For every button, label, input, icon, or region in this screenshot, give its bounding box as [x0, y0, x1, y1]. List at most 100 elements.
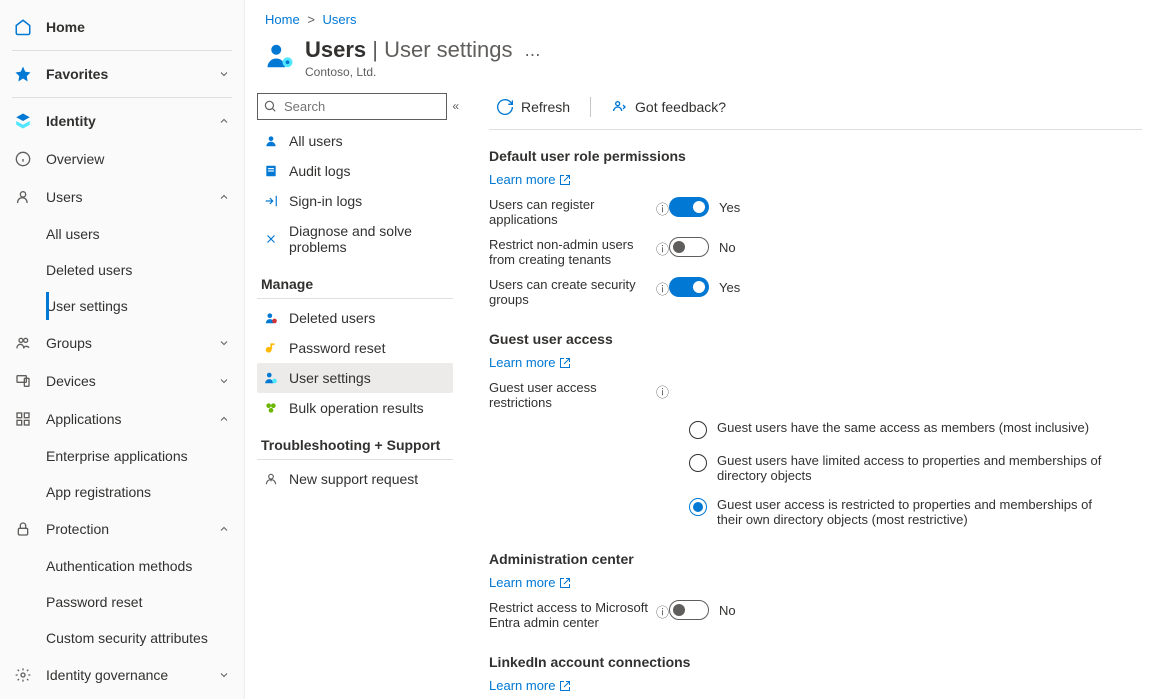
collapse-subnav-button[interactable]: « — [452, 99, 459, 113]
content-area: Home > Users Users | User settings Conto… — [245, 0, 1158, 699]
section-title: Guest user access — [489, 331, 1142, 347]
chevron-down-icon — [218, 669, 232, 681]
radio-guest-limited[interactable]: Guest users have limited access to prope… — [689, 453, 1142, 483]
devices-icon — [14, 372, 32, 390]
sidebar-item-label: Applications — [46, 411, 218, 427]
sidebar-item-user-settings[interactable]: User settings — [46, 288, 244, 324]
radio-guest-restricted[interactable]: Guest user access is restricted to prope… — [689, 497, 1142, 527]
search-icon — [263, 99, 277, 113]
sidebar-item-deleted-users[interactable]: Deleted users — [46, 252, 244, 288]
toolbar-label: Got feedback? — [635, 99, 726, 115]
sidebar-left: Home Favorites Identity Overview Users A… — [0, 0, 245, 699]
subnav-all-users[interactable]: All users — [257, 126, 453, 156]
toggle-restrict-admin-center[interactable] — [669, 600, 709, 620]
subnav-group-troubleshoot: Troubleshooting + Support — [257, 423, 453, 460]
sidebar-item-protection[interactable]: Protection — [0, 510, 244, 548]
radio-label: Guest user access is restricted to prope… — [717, 497, 1107, 527]
chevron-up-icon — [218, 413, 232, 425]
sidebar-item-enterprise-apps[interactable]: Enterprise applications — [46, 438, 244, 474]
subnav: « All users Audit logs Sign-in logs Diag… — [245, 89, 465, 699]
search-box — [257, 93, 447, 120]
user-icon — [263, 133, 279, 149]
sidebar-item-overview[interactable]: Overview — [0, 140, 244, 178]
learn-more-link[interactable]: Learn more — [489, 575, 571, 590]
info-icon[interactable]: ⓘ — [656, 279, 669, 298]
toggle-value: Yes — [719, 280, 740, 295]
sidebar-item-label: Home — [46, 19, 232, 35]
sidebar-item-label: Enterprise applications — [46, 448, 232, 464]
chevron-down-icon — [218, 375, 232, 387]
learn-more-link[interactable]: Learn more — [489, 678, 571, 693]
radio-label: Guest users have limited access to prope… — [717, 453, 1107, 483]
more-actions-button[interactable]: ⋯ — [525, 45, 541, 65]
sidebar-item-favorites[interactable]: Favorites — [0, 55, 244, 93]
apps-icon — [14, 410, 32, 428]
home-icon — [14, 18, 32, 36]
page-title-bold: Users — [305, 37, 366, 62]
sidebar-item-identity[interactable]: Identity — [0, 102, 244, 140]
user-icon — [14, 188, 32, 206]
radio-label: Guest users have the same access as memb… — [717, 420, 1089, 435]
sidebar-item-devices[interactable]: Devices — [0, 362, 244, 400]
sidebar-item-auth-methods[interactable]: Authentication methods — [46, 548, 244, 584]
breadcrumb-users[interactable]: Users — [323, 12, 357, 27]
toggle-create-groups[interactable] — [669, 277, 709, 297]
info-icon[interactable]: ⓘ — [656, 199, 669, 218]
sidebar-item-applications[interactable]: Applications — [0, 400, 244, 438]
sidebar-item-app-registrations[interactable]: App registrations — [46, 474, 244, 510]
page-subtitle: Contoso, Ltd. — [305, 65, 513, 79]
toggle-restrict-tenants[interactable] — [669, 237, 709, 257]
radio-guest-same-access[interactable]: Guest users have the same access as memb… — [689, 420, 1142, 439]
sidebar-item-label: Identity — [46, 113, 218, 129]
bulk-icon — [263, 400, 279, 416]
info-icon[interactable]: ⓘ — [656, 382, 669, 401]
toggle-value: Yes — [719, 200, 740, 215]
subnav-support[interactable]: New support request — [257, 464, 453, 494]
sidebar-item-home[interactable]: Home — [0, 8, 244, 46]
learn-more-link[interactable]: Learn more — [489, 172, 571, 187]
search-input[interactable] — [257, 93, 447, 120]
setting-label: Users can create security groups — [489, 277, 650, 307]
toggle-register-apps[interactable] — [669, 197, 709, 217]
subnav-label: User settings — [289, 370, 371, 386]
subnav-user-settings[interactable]: User settings — [257, 363, 453, 393]
section-guest-access: Guest user access Learn more Guest user … — [489, 331, 1142, 527]
subnav-bulk-ops[interactable]: Bulk operation results — [257, 393, 453, 423]
feedback-icon — [611, 99, 627, 115]
support-icon — [263, 471, 279, 487]
setting-label: Restrict non-admin users from creating t… — [489, 237, 650, 267]
info-icon[interactable]: ⓘ — [656, 239, 669, 258]
breadcrumb-home[interactable]: Home — [265, 12, 300, 27]
subnav-password-reset[interactable]: Password reset — [257, 333, 453, 363]
sidebar-item-custom-security[interactable]: Custom security attributes — [46, 620, 244, 656]
star-icon — [14, 65, 32, 83]
page-title-light: User settings — [384, 37, 512, 62]
page-header: Users | User settings Contoso, Ltd. ⋯ — [245, 33, 1158, 89]
user-settings-icon — [263, 370, 279, 386]
sidebar-item-label: Password reset — [46, 594, 232, 610]
sidebar-item-users[interactable]: Users — [0, 178, 244, 216]
feedback-button[interactable]: Got feedback? — [603, 95, 734, 119]
subnav-label: Diagnose and solve problems — [289, 223, 447, 255]
sidebar-item-all-users[interactable]: All users — [46, 216, 244, 252]
subnav-label: All users — [289, 133, 343, 149]
subnav-signin-logs[interactable]: Sign-in logs — [257, 186, 453, 216]
governance-icon — [14, 666, 32, 684]
subnav-diagnose[interactable]: Diagnose and solve problems — [257, 216, 453, 262]
learn-more-link[interactable]: Learn more — [489, 355, 571, 370]
toggle-value: No — [719, 240, 736, 255]
subnav-label: Password reset — [289, 340, 385, 356]
sidebar-item-identity-governance[interactable]: Identity governance — [0, 656, 244, 694]
breadcrumb: Home > Users — [245, 0, 1158, 33]
sidebar-item-label: Devices — [46, 373, 218, 389]
users-settings-icon — [265, 41, 295, 71]
section-title: LinkedIn account connections — [489, 654, 1142, 670]
breadcrumb-separator: > — [307, 12, 315, 27]
subnav-audit-logs[interactable]: Audit logs — [257, 156, 453, 186]
info-icon[interactable]: ⓘ — [656, 602, 669, 621]
sidebar-item-password-reset[interactable]: Password reset — [46, 584, 244, 620]
sidebar-item-groups[interactable]: Groups — [0, 324, 244, 362]
setting-label: Guest user access restrictions — [489, 380, 650, 410]
refresh-button[interactable]: Refresh — [489, 95, 578, 119]
subnav-deleted-users[interactable]: Deleted users — [257, 303, 453, 333]
